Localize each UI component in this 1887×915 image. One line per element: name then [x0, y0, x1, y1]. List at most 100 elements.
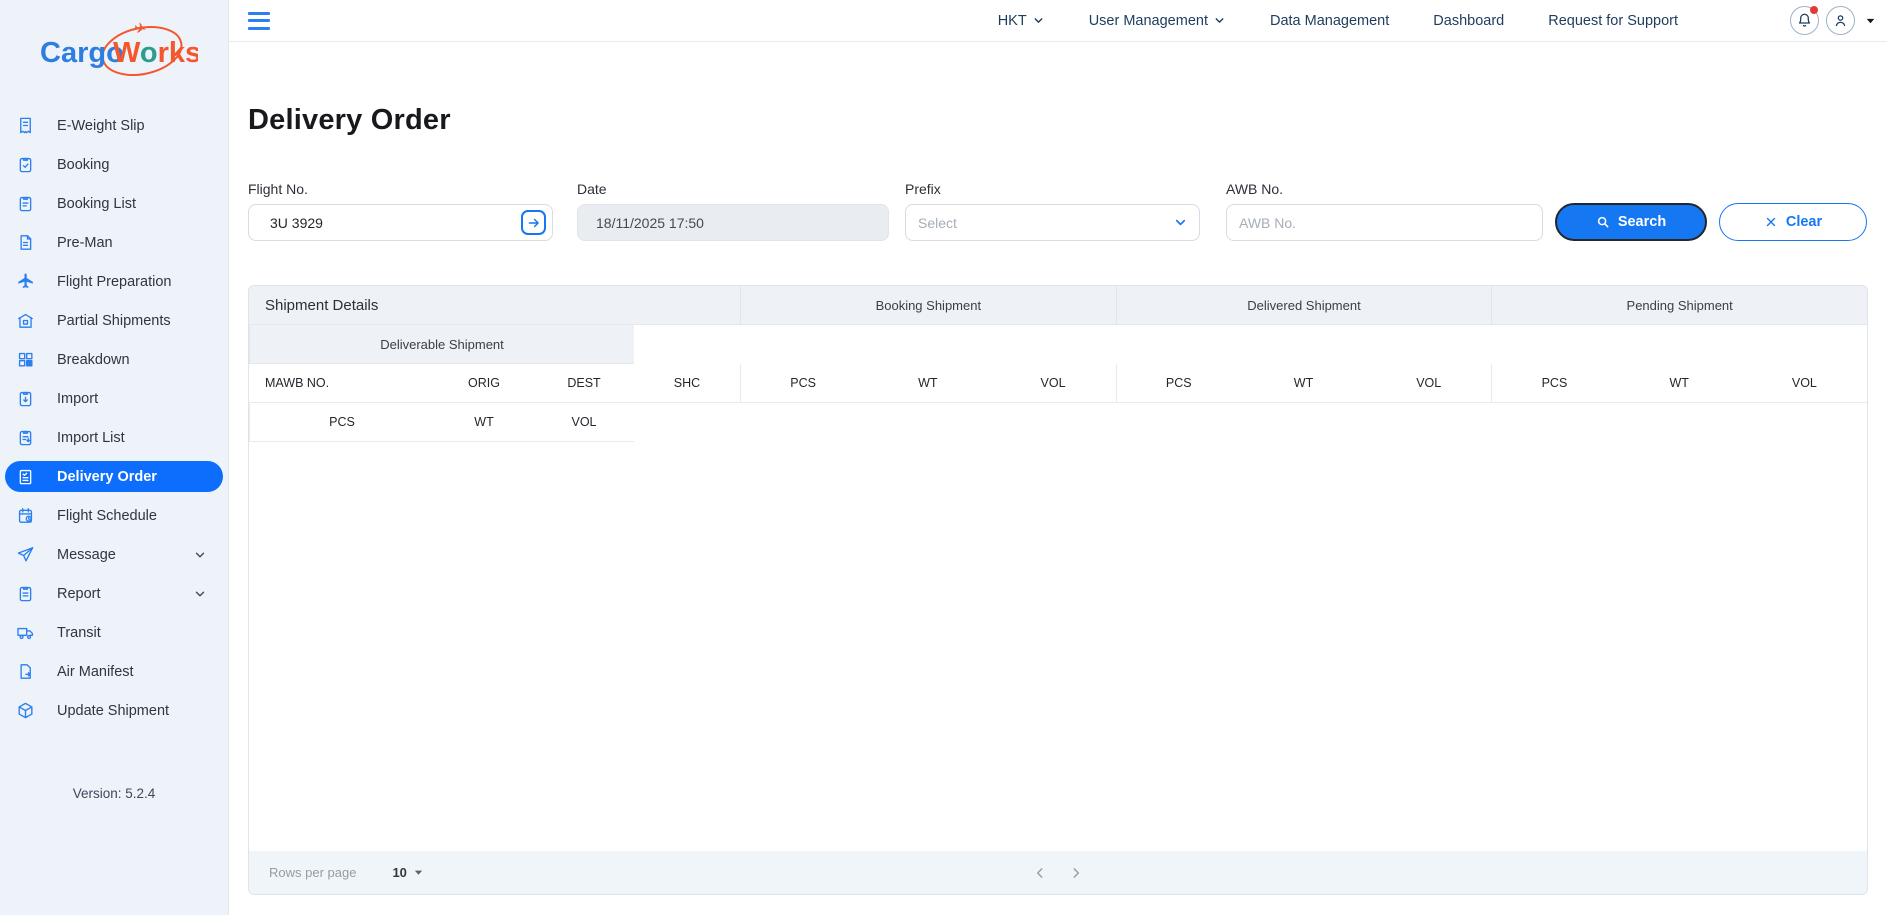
table-group-header-shipment-details: Shipment Details [249, 286, 740, 325]
sidebar-item-label: Update Shipment [57, 703, 169, 719]
prefix-label: Prefix [905, 181, 1200, 197]
notification-badge [1810, 6, 1818, 14]
sidebar-item-label: Message [57, 547, 116, 563]
sidebar-item-import-list[interactable]: Import List [5, 422, 223, 453]
table-column-header-pending-shipment-wt: WT [1617, 364, 1742, 403]
flight-no-field: Flight No. [248, 181, 553, 241]
sidebar-item-label: Transit [57, 625, 101, 641]
next-page-button[interactable] [1069, 866, 1083, 880]
clear-button[interactable]: Clear [1719, 203, 1867, 241]
table-group-header-row: Shipment DetailsBooking ShipmentDelivere… [249, 286, 1867, 364]
topbar: HKT User Management Data Management [229, 0, 1887, 42]
user-icon [1833, 13, 1848, 28]
flight-no-go-button[interactable] [521, 210, 546, 235]
close-icon [1764, 215, 1778, 229]
nav-item-hkt[interactable]: HKT [998, 13, 1045, 29]
table-column-header-delivered-shipment-pcs: PCS [1116, 364, 1241, 403]
table-group-header-delivered-shipment: Delivered Shipment [1116, 286, 1492, 325]
nav-item-request-for-support[interactable]: Request for Support [1548, 13, 1678, 29]
sidebar-item-label: Pre-Man [57, 235, 113, 251]
receipt-icon [16, 116, 35, 135]
table-body-empty [249, 442, 1867, 851]
sidebar-item-booking-list[interactable]: Booking List [5, 188, 223, 219]
search-filters: Flight No. Date Prefix AWB No. [248, 181, 1868, 241]
flight-no-input[interactable] [248, 204, 553, 241]
prefix-field: Prefix [905, 181, 1200, 241]
sidebar-item-flight-schedule[interactable]: Flight Schedule [5, 500, 223, 531]
previous-page-button[interactable] [1033, 866, 1047, 880]
chevron-down-icon [1032, 14, 1045, 27]
rows-per-page-select[interactable]: 10 [392, 865, 423, 880]
table-column-header-shipment-details-mawb-no: MAWB NO. [249, 364, 434, 403]
plane-icon [16, 272, 35, 291]
sidebar-item-e-weight-slip[interactable]: E-Weight Slip [5, 110, 223, 141]
nav-item-dashboard[interactable]: Dashboard [1433, 13, 1504, 29]
sidebar-item-transit[interactable]: Transit [5, 617, 223, 648]
topbar-actions [1790, 6, 1877, 35]
nav-item-data-management[interactable]: Data Management [1270, 13, 1389, 29]
svg-text:Cargo: Cargo [40, 37, 124, 69]
clipboard-check-icon [16, 155, 35, 174]
send-icon [16, 545, 35, 564]
sidebar-item-label: Import [57, 391, 98, 407]
sidebar-nav: E-Weight Slip Booking Booking List Pre-M… [0, 110, 228, 734]
sidebar-item-booking[interactable]: Booking [5, 149, 223, 180]
notifications-button[interactable] [1790, 6, 1819, 35]
awb-no-input[interactable] [1226, 204, 1543, 241]
table-column-header-row: MAWB NO.ORIGDESTSHCPCSWTVOLPCSWTVOLPCSWT… [249, 364, 1867, 442]
sidebar-item-breakdown[interactable]: Breakdown [5, 344, 223, 375]
topbar-nav: HKT User Management Data Management [998, 13, 1678, 29]
table-column-header-pending-shipment-pcs: PCS [1491, 364, 1616, 403]
chevron-down-icon [1213, 14, 1226, 27]
sidebar-item-label: Booking [57, 157, 109, 173]
file-export-icon [16, 662, 35, 681]
warehouse-icon [16, 311, 35, 330]
table-column-header-booking-shipment-pcs: PCS [740, 364, 865, 403]
clipboard-report-icon [16, 584, 35, 603]
awb-no-field: AWB No. [1226, 181, 1543, 241]
table-column-header-deliverable-shipment-wt: WT [434, 403, 534, 442]
sidebar-item-partial-shipments[interactable]: Partial Shipments [5, 305, 223, 336]
document-icon [16, 233, 35, 252]
app-version: Version: 5.2.4 [0, 786, 228, 801]
menu-toggle-icon[interactable] [248, 12, 270, 30]
nav-item-user-management[interactable]: User Management [1089, 13, 1226, 29]
clipboard-list-icon [16, 194, 35, 213]
sidebar-item-label: Report [57, 586, 101, 602]
sidebar-item-import[interactable]: Import [5, 383, 223, 414]
arrow-right-icon [527, 216, 541, 230]
delivery-note-icon [16, 467, 35, 486]
grid-icon [16, 350, 35, 369]
table-column-header-shipment-details-orig: ORIG [434, 364, 534, 403]
sidebar-item-label: Flight Schedule [57, 508, 157, 524]
sidebar-item-pre-man[interactable]: Pre-Man [5, 227, 223, 258]
table-column-header-delivered-shipment-wt: WT [1241, 364, 1366, 403]
chevron-left-icon [1033, 866, 1047, 880]
table-column-header-delivered-shipment-vol: VOL [1366, 364, 1491, 403]
table-pagination: Rows per page 10 [249, 851, 1867, 894]
table-group-header-pending-shipment: Pending Shipment [1491, 286, 1867, 325]
sidebar-item-message[interactable]: Message [5, 539, 223, 570]
search-icon [1596, 215, 1610, 229]
table-column-header-deliverable-shipment-vol: VOL [534, 403, 634, 442]
date-input[interactable] [577, 204, 889, 241]
sidebar-item-air-manifest[interactable]: Air Manifest [5, 656, 223, 687]
profile-dropdown-caret[interactable] [1864, 14, 1877, 27]
sidebar-item-flight-preparation[interactable]: Flight Preparation [5, 266, 223, 297]
date-label: Date [577, 181, 889, 197]
caret-down-icon [413, 867, 424, 878]
sidebar-item-label: E-Weight Slip [57, 118, 145, 134]
table-column-header-deliverable-shipment-pcs: PCS [249, 403, 434, 442]
table-column-header-pending-shipment-vol: VOL [1742, 364, 1867, 403]
sidebar-item-update-shipment[interactable]: Update Shipment [5, 695, 223, 726]
search-button[interactable]: Search [1555, 203, 1707, 241]
sidebar-item-label: Air Manifest [57, 664, 134, 680]
sidebar-item-report[interactable]: Report [5, 578, 223, 609]
main-content: Delivery Order Flight No. Date Prefix [229, 42, 1887, 915]
prefix-select[interactable] [905, 204, 1200, 241]
sidebar-item-delivery-order[interactable]: Delivery Order [5, 461, 223, 492]
truck-icon [16, 623, 35, 642]
table-column-header-booking-shipment-vol: VOL [990, 364, 1115, 403]
table-column-header-booking-shipment-wt: WT [865, 364, 990, 403]
profile-button[interactable] [1826, 6, 1855, 35]
